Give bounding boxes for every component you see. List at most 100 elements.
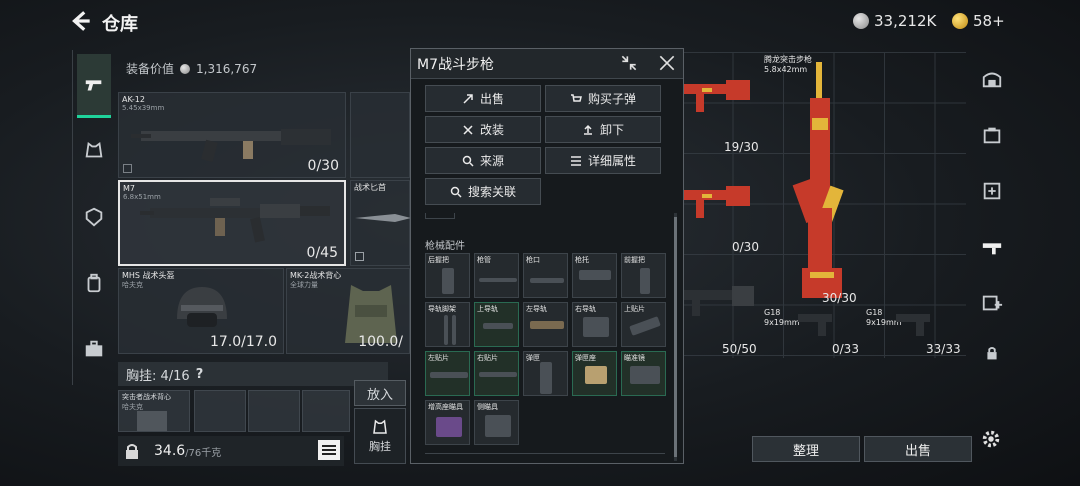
popup-title: M7战斗步枪 [417, 56, 494, 73]
action-label: 改装 [479, 123, 504, 137]
attachment-slot[interactable]: 枪管 [474, 253, 519, 298]
nav-vest[interactable] [77, 134, 111, 168]
attachment-slot[interactable]: 右导轨 [572, 302, 617, 347]
chest-rig-image [137, 411, 167, 431]
attachment-slot[interactable]: 上导轨 [474, 302, 519, 347]
g18-pistol-name: G18 [764, 308, 781, 317]
slot-helmet[interactable]: MHS 战术头盔 哈夫克 17.0/17.0 [118, 268, 284, 354]
attachment-slot[interactable]: 弹匣 [523, 351, 568, 396]
slot-secondary-weapon[interactable] [350, 92, 410, 178]
attachment-label: 右导轨 [575, 305, 596, 313]
chest-rig-slot-empty[interactable] [194, 390, 246, 432]
rifle-icon [982, 243, 1002, 255]
ammo-count: 0/45 [306, 245, 338, 261]
chest-rig-button[interactable]: 胸挂 [354, 408, 406, 464]
nav-weapons[interactable] [77, 54, 111, 118]
attachment-label: 枪口 [526, 256, 540, 264]
slot-caliber: 5.45x39mm [122, 104, 165, 112]
chest-rig-button-label: 胸挂 [369, 440, 391, 453]
attachment-label: 侧瞄具 [477, 403, 498, 411]
back-button[interactable] [68, 8, 96, 36]
attachment-label: 瞄准镜 [624, 354, 645, 362]
action-sell-button[interactable]: 出售 [425, 85, 541, 112]
slot-melee[interactable]: 战术匕首 [350, 180, 411, 266]
storage-item-count: 50/50 [722, 342, 757, 356]
sell-button[interactable]: 出售 [864, 436, 972, 462]
attachment-label: 左导轨 [526, 305, 547, 313]
nav-storage-equipment[interactable] [976, 119, 1008, 151]
action-label: 搜索关联 [467, 185, 516, 199]
search-icon [462, 155, 474, 167]
silver-coin-icon [853, 13, 869, 29]
dragon-rifle-stock-image [682, 186, 750, 218]
action-label: 出售 [479, 92, 504, 106]
slot-vest-armor[interactable]: MK-2战术背心 全球力量 100.0/ [286, 268, 410, 354]
slot-primary-weapon[interactable]: AK-12 5.45x39mm 0/30 [118, 92, 346, 178]
gold-currency[interactable]: 58+ [952, 10, 1005, 32]
attachment-slot[interactable]: 左贴片 [425, 351, 470, 396]
put-in-button[interactable]: 放入 [354, 380, 406, 406]
collapse-icon[interactable] [619, 53, 639, 73]
attachment-slot[interactable]: 侧瞄具 [474, 400, 519, 445]
gold-coin-icon [952, 13, 968, 29]
attachment-slot[interactable]: 右贴片 [474, 351, 519, 396]
weight-lock-button[interactable] [118, 436, 146, 466]
attachment-slot[interactable]: 瞄准镜 [621, 351, 666, 396]
storage-item-count: 0/33 [832, 342, 859, 356]
attachment-slot[interactable]: 导轨脚架 [425, 302, 470, 347]
dragon-rifle-stock-image [682, 80, 750, 112]
attachment-slot[interactable]: 后握把 [425, 253, 470, 298]
attachment-slot[interactable]: 前握把 [621, 253, 666, 298]
weight-current: 34.6 [154, 443, 186, 459]
attachment-slot[interactable]: 枪托 [572, 253, 617, 298]
slot-selected-weapon[interactable]: M7 6.8x51mm 0/45 [118, 180, 346, 266]
action-search-related-button[interactable]: 搜索关联 [425, 178, 541, 205]
arrange-button[interactable]: 整理 [752, 436, 860, 462]
nav-storage-add[interactable] [976, 287, 1008, 319]
left-category-nav [72, 50, 112, 385]
action-source-button[interactable]: 来源 [425, 147, 541, 174]
help-icon[interactable]: ? [196, 367, 204, 382]
search-icon [450, 186, 462, 198]
silver-currency: 33,212K [853, 10, 936, 32]
slot-name: M7 [123, 184, 135, 193]
attachment-slot[interactable]: 上贴片 [621, 302, 666, 347]
attachment-slot[interactable]: 增高座瞄具 [425, 400, 470, 445]
action-buy-ammo-button[interactable]: 购买子弹 [545, 85, 661, 112]
list-icon [322, 445, 336, 455]
nav-backpack[interactable] [77, 266, 111, 300]
attachment-label: 上导轨 [477, 305, 498, 313]
attachment-slot[interactable]: 弹匣座 [572, 351, 617, 396]
action-unload-button[interactable]: 卸下 [545, 116, 661, 143]
nav-storage-supplies[interactable] [976, 175, 1008, 207]
nav-storage-weapons[interactable] [976, 231, 1008, 263]
nav-storage-locked[interactable] [976, 337, 1008, 369]
chest-rig-slot-empty[interactable] [248, 390, 300, 432]
wrench-icon [463, 124, 473, 135]
nav-armor[interactable] [77, 200, 111, 234]
pistol-icon [85, 79, 102, 90]
nav-case[interactable] [77, 332, 111, 366]
action-details-button[interactable]: 详细属性 [545, 147, 661, 174]
settings-button[interactable] [980, 428, 1002, 450]
section-divider [425, 453, 665, 454]
list-view-button[interactable] [318, 440, 340, 460]
attachment-slot[interactable]: 左导轨 [523, 302, 568, 347]
action-modify-button[interactable]: 改装 [425, 116, 541, 143]
page-title: 仓库 [102, 14, 138, 35]
slot-name: 战术匕首 [354, 183, 386, 192]
popup-scrollbar-thumb[interactable] [674, 217, 677, 457]
action-label: 来源 [479, 154, 504, 168]
attachment-label: 前握把 [624, 256, 645, 264]
storage-item-count: 0/30 [732, 240, 759, 254]
close-icon[interactable] [657, 53, 677, 73]
gear-icon [982, 430, 1000, 448]
attachment-label: 枪管 [477, 256, 491, 264]
attachment-label: 弹匣座 [575, 354, 596, 362]
chest-rig-slot-empty[interactable] [302, 390, 350, 432]
popup-controls [619, 53, 677, 73]
attachment-slot[interactable]: 枪口 [523, 253, 568, 298]
chest-rig-slot[interactable]: 突击者战术背心 哈夫克 [118, 390, 190, 432]
nav-storage-all[interactable] [976, 63, 1008, 95]
storage-item-count: 30/30 [822, 291, 857, 305]
